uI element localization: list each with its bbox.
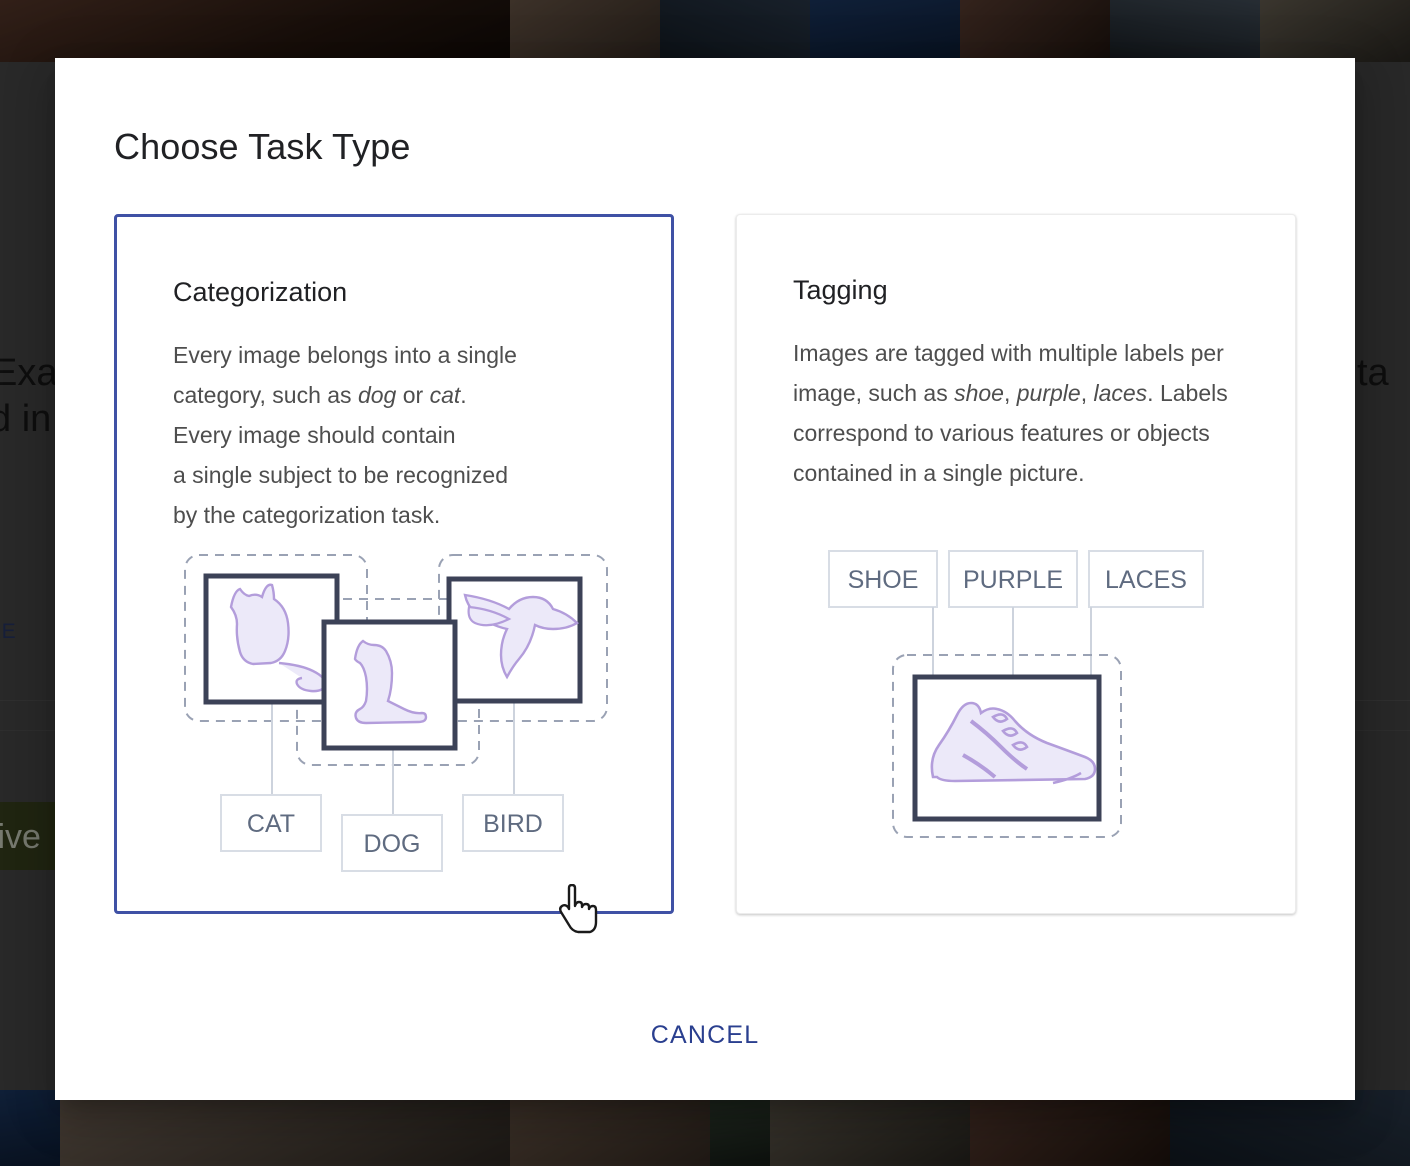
task-type-card-tagging[interactable]: Tagging Images are tagged with multiple … (736, 214, 1296, 914)
card-title-categorization: Categorization (173, 277, 348, 307)
tag-text-laces: LACES (1105, 566, 1187, 594)
label-text-bird: BIRD (483, 810, 543, 838)
categorization-figure: CAT DOG BIRD (117, 547, 671, 897)
card-description-categorization: Every image belongs into a single catego… (173, 342, 517, 528)
card-title-tagging: Tagging (793, 275, 888, 305)
label-box-bird: BIRD (462, 794, 564, 852)
task-type-card-categorization[interactable]: Categorization Every image belongs into … (114, 214, 674, 914)
image-frame-shoe (912, 674, 1102, 822)
tag-box-shoe: SHOE (828, 550, 938, 608)
task-type-card-list: Categorization Every image belongs into … (114, 214, 1296, 914)
label-box-cat: CAT (220, 794, 322, 852)
cancel-button[interactable]: CANCEL (629, 1011, 782, 1060)
emphasis-shoe: shoe (954, 380, 1004, 406)
emphasis-dog: dog (357, 382, 397, 408)
categorization-diagram-svg: CAT DOG BIRD (184, 554, 608, 872)
tag-box-laces: LACES (1088, 550, 1204, 608)
image-frame-cat (203, 573, 340, 705)
tagging-figure: SHOE PURPLE LACES (737, 545, 1295, 895)
label-text-dog: DOG (364, 830, 421, 858)
label-box-dog: DOG (341, 814, 443, 872)
emphasis-purple: purple (1016, 380, 1081, 406)
image-frame-dog (321, 619, 458, 751)
dialog-actions: CANCEL (55, 1011, 1355, 1060)
emphasis-laces: laces (1093, 380, 1148, 406)
tagging-diagram-svg: SHOE PURPLE LACES (828, 550, 1204, 838)
dialog-title: Choose Task Type (114, 126, 411, 167)
tag-box-purple: PURPLE (948, 550, 1078, 608)
card-description-tagging: Images are tagged with multiple labels p… (793, 340, 1228, 486)
choose-task-type-dialog: Choose Task Type Categorization Every im… (55, 58, 1355, 1100)
tag-text-purple: PURPLE (963, 566, 1063, 594)
label-text-cat: CAT (247, 810, 295, 838)
tag-text-shoe: SHOE (848, 566, 919, 594)
image-frame-bird (446, 576, 583, 704)
emphasis-cat: cat (429, 382, 461, 408)
